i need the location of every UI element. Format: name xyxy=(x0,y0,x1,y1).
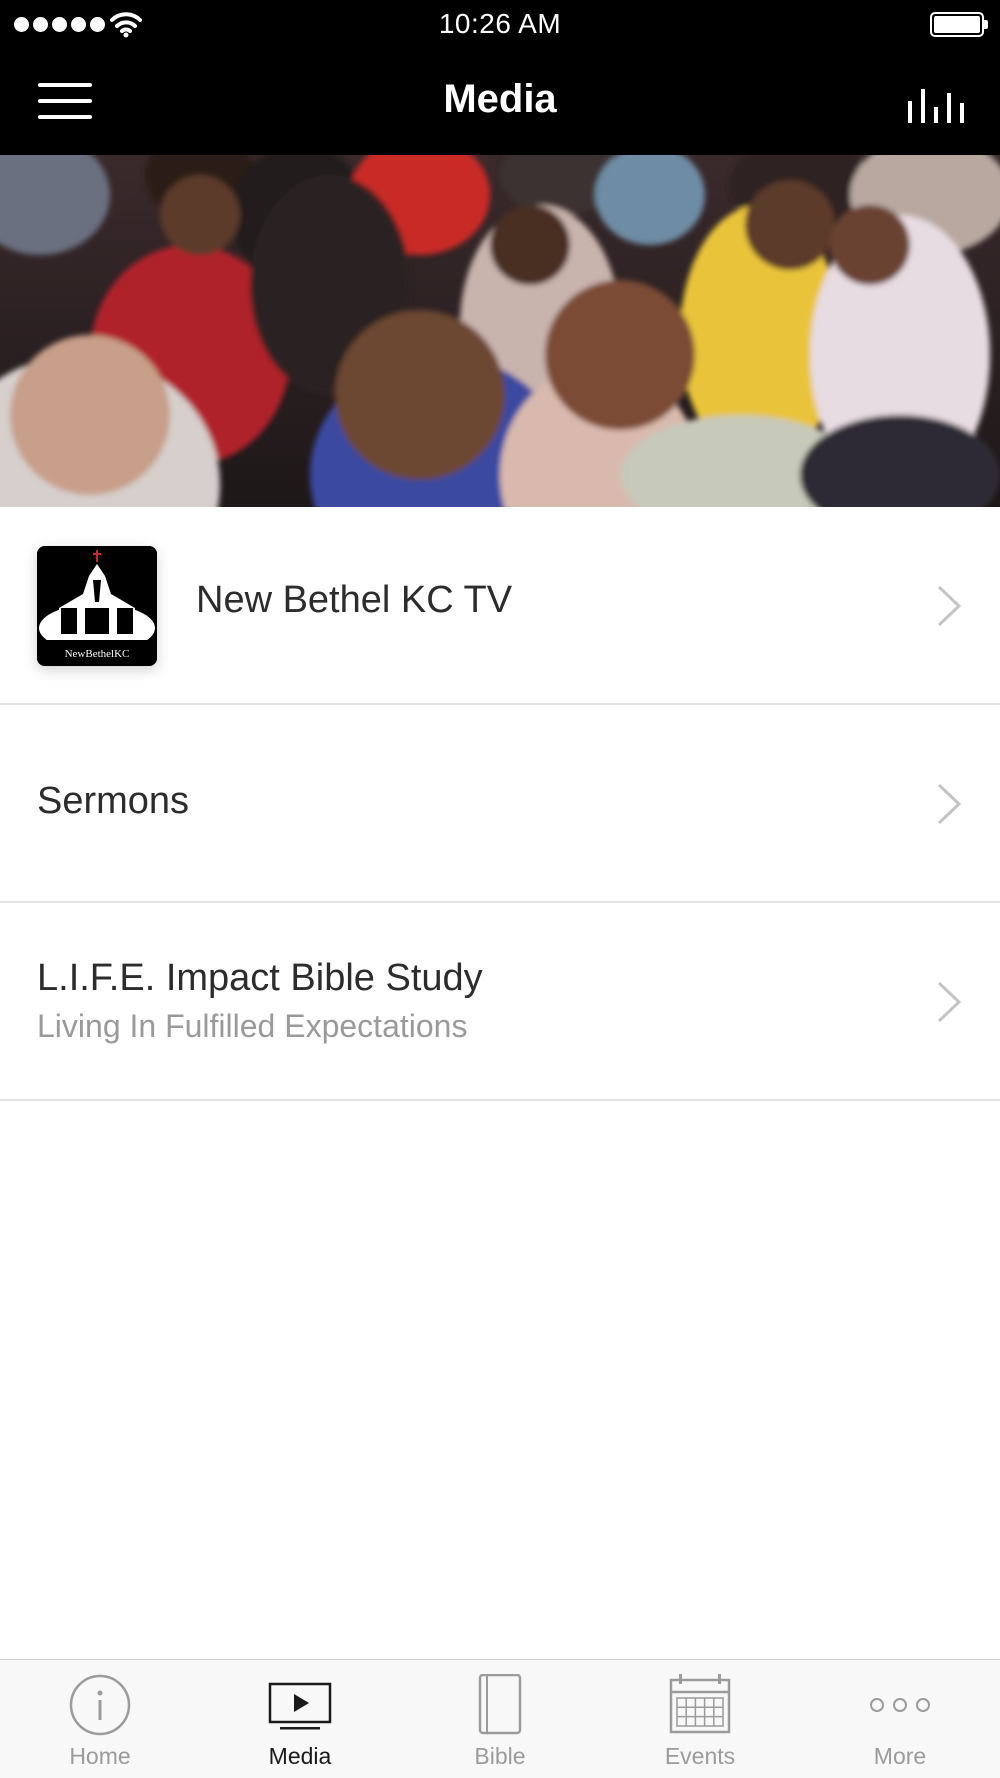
list-item-sermons[interactable]: Sermons xyxy=(0,705,1000,903)
list-item-title: Sermons xyxy=(37,780,190,822)
more-dots-icon xyxy=(870,1698,930,1712)
calendar-icon xyxy=(669,1674,731,1734)
church-logo-icon: NewBethelKC xyxy=(37,546,157,666)
tab-bible[interactable]: Bible xyxy=(400,1660,600,1778)
list-item-title: L.I.F.E. Impact Bible Study xyxy=(37,957,483,999)
list-item-subtitle: Living In Fulfilled Expectations xyxy=(37,1008,468,1044)
navigation-bar: Media xyxy=(0,50,1000,155)
chevron-right-icon xyxy=(937,783,962,825)
tab-label: More xyxy=(873,1743,927,1769)
tab-bar: Home Media Bible Events More xyxy=(0,1659,1000,1778)
page-title: Media xyxy=(443,77,557,121)
status-time: 10:26 AM xyxy=(438,8,562,39)
tab-label: Events xyxy=(664,1743,736,1769)
info-circle-icon xyxy=(69,1674,131,1736)
tab-events[interactable]: Events xyxy=(600,1660,800,1778)
list-item-title: New Bethel KC TV xyxy=(196,579,513,621)
media-list: NewBethelKC New Bethel KC TV Sermons L.I… xyxy=(0,507,1000,1101)
hero-image xyxy=(0,155,1000,507)
status-bar: 10:26 AM xyxy=(0,0,1000,50)
play-screen-icon xyxy=(268,1682,332,1730)
battery-icon xyxy=(930,12,988,37)
tab-label: Bible xyxy=(474,1743,526,1769)
tab-more[interactable]: More xyxy=(800,1660,1000,1778)
list-item-life-impact-bible-study[interactable]: L.I.F.E. Impact Bible Study Living In Fu… xyxy=(0,903,1000,1101)
tab-label: Home xyxy=(69,1743,131,1769)
chevron-right-icon xyxy=(937,981,962,1023)
tab-label: Media xyxy=(268,1743,332,1769)
tab-media[interactable]: Media xyxy=(200,1660,400,1778)
tab-home[interactable]: Home xyxy=(0,1660,200,1778)
list-item-new-bethel-kc-tv[interactable]: NewBethelKC New Bethel KC TV xyxy=(0,507,1000,705)
book-icon xyxy=(478,1674,522,1735)
audio-bars-icon[interactable] xyxy=(908,87,964,123)
chevron-right-icon xyxy=(937,585,962,627)
church-logo-thumbnail: NewBethelKC xyxy=(37,546,157,666)
congregation-photo xyxy=(0,155,1000,507)
logo-caption: NewBethelKC xyxy=(65,648,130,660)
